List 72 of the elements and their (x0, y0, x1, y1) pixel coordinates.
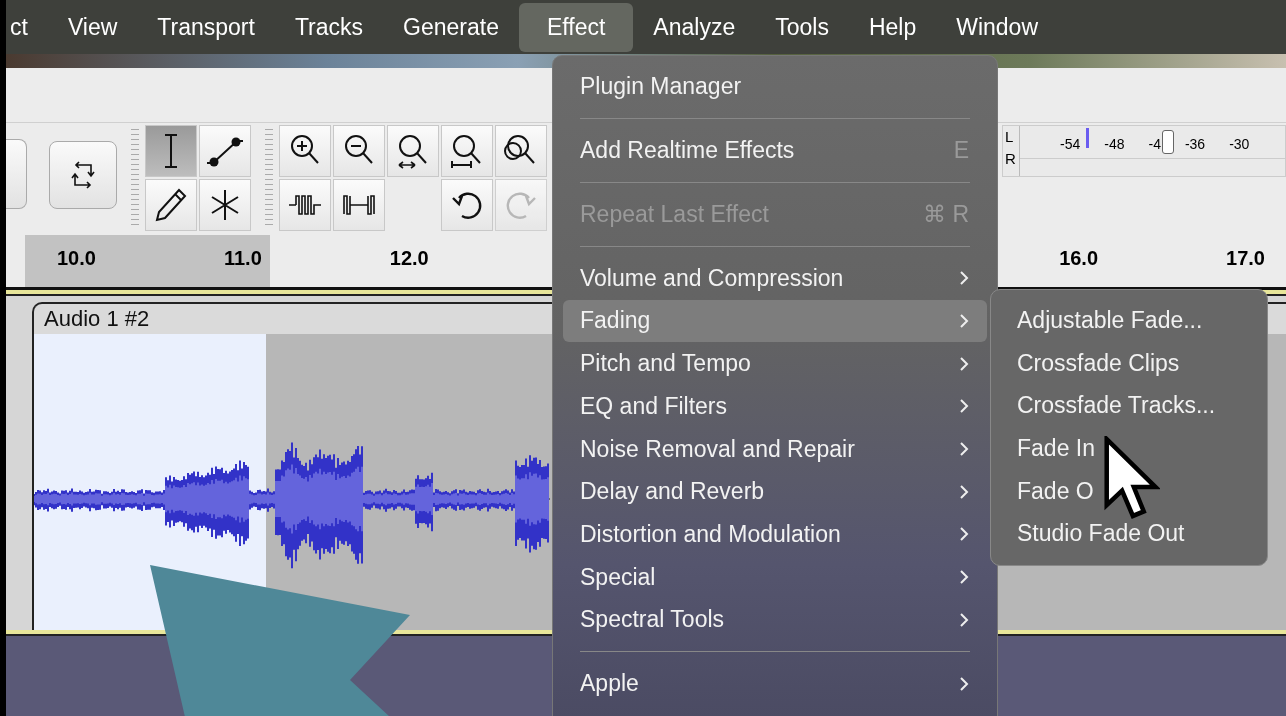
meter-scale-label: -4 (1148, 136, 1161, 152)
ruler-label: 10.0 (57, 247, 96, 270)
toolbar-button[interactable] (279, 125, 331, 177)
clip-name: Audio 1 #2 (44, 306, 150, 332)
toolbar-button[interactable] (279, 179, 331, 231)
menu-bar-item[interactable]: View (47, 2, 138, 52)
channel-label: R (1004, 149, 1017, 169)
ruler-label: 16.0 (1059, 247, 1099, 270)
toolbar-button[interactable] (333, 125, 385, 177)
menu-item[interactable]: Adjustable Fade... (991, 299, 1267, 342)
menu-item[interactable]: Fade In (991, 427, 1267, 470)
chevron-right-icon (959, 611, 969, 628)
chevron-right-icon (959, 526, 969, 543)
tool-button[interactable] (145, 125, 197, 177)
envelope-tool-icon (205, 135, 245, 167)
chevron-right-icon (959, 270, 969, 287)
menu-item[interactable]: Fade O (991, 469, 1267, 513)
menu-item[interactable]: Plugin Manager (563, 65, 987, 108)
meter-scale-label: -48 (1104, 136, 1125, 152)
ruler-label: 17.0 (1226, 247, 1265, 270)
pencil-icon (155, 188, 187, 222)
chevron-right-icon (959, 569, 969, 586)
toolbar-button[interactable] (441, 179, 493, 231)
menu-item[interactable]: Distortion and Modulation (563, 513, 987, 556)
menu-bar-item[interactable]: Tools (755, 2, 849, 52)
menu-bar-item[interactable]: Effect (518, 2, 634, 52)
trim-audio-icon (288, 193, 322, 217)
toolbar-button[interactable] (495, 125, 547, 177)
menu-item[interactable]: Spectral Tools (563, 598, 987, 642)
tool-button[interactable] (145, 179, 197, 231)
menu-item[interactable]: Special (563, 555, 987, 599)
chevron-right-icon (959, 355, 969, 372)
toolbar-button[interactable] (387, 125, 439, 177)
menu-item[interactable]: EQ and Filters (563, 385, 987, 428)
chevron-right-icon (959, 441, 969, 458)
ruler-label: 12.0 (389, 247, 429, 270)
loop-button[interactable] (49, 141, 117, 209)
tool-button[interactable] (199, 179, 251, 231)
meter-scale-label: -54 (1060, 136, 1081, 152)
tool-button[interactable] (199, 125, 251, 177)
channel-label: L (1004, 127, 1015, 147)
menu-item[interactable]: Studio Fade Out (991, 512, 1267, 556)
menu-bar-item[interactable]: Generate (383, 2, 519, 52)
menu-bar-item[interactable]: ct (6, 2, 48, 52)
menu-bar-item[interactable]: Window (936, 2, 1058, 52)
meter-slider-thumb[interactable] (1162, 130, 1174, 154)
mouse-pointer-icon (1104, 436, 1160, 520)
menu-bar-item[interactable]: Tracks (274, 2, 384, 52)
loop-icon (69, 161, 97, 189)
toolbar-button[interactable] (441, 125, 493, 177)
menu-item[interactable]: Volume and Compression (563, 256, 987, 300)
meter-scale-label: -30 (1229, 136, 1250, 152)
chevron-right-icon (959, 675, 969, 692)
meter-scale-label: -36 (1184, 136, 1206, 152)
menu-item[interactable]: Apple (563, 662, 987, 706)
menu-bar-item[interactable]: Help (848, 2, 937, 52)
menu-bar-item[interactable]: Transport (137, 2, 275, 52)
peak-marker (1086, 128, 1089, 148)
chevron-right-icon (959, 483, 969, 500)
menu-item[interactable]: Pitch and Tempo (563, 342, 987, 385)
ruler-label: 11.0 (223, 247, 262, 270)
toolbar-button[interactable] (333, 179, 385, 231)
menu-item[interactable]: Crossfade Tracks... (991, 384, 1267, 428)
menu-item[interactable]: Delay and Reverb (563, 470, 987, 514)
chevron-right-icon (959, 313, 969, 329)
menu-bar-item[interactable]: Analyze (633, 2, 756, 52)
multi-tool-icon (210, 189, 240, 221)
menu-item[interactable]: Noise Removal and Repair (563, 427, 987, 471)
menu-item[interactable]: Crossfade Clips (991, 341, 1267, 385)
silence-audio-icon (342, 193, 376, 217)
chevron-right-icon (959, 398, 969, 415)
menu-item[interactable]: Fading (563, 299, 987, 343)
